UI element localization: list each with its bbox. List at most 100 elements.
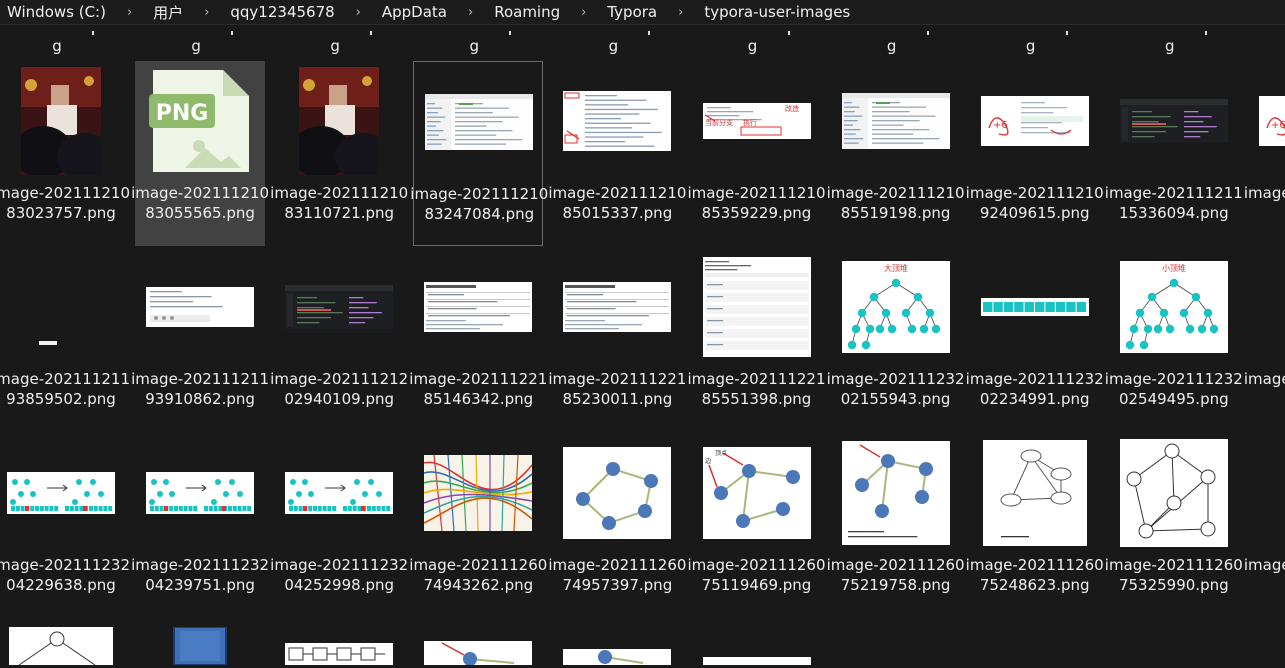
breadcrumb-item[interactable]: 用户 bbox=[150, 2, 186, 23]
file-tile[interactable]: image-20211126075325990.png bbox=[1105, 433, 1243, 618]
file-thumbnail[interactable]: 大顶堆 bbox=[831, 247, 961, 367]
file-thumbnail[interactable] bbox=[970, 433, 1100, 553]
file-tile[interactable]: 当前分支 执行 改造 image-20211121085359229.png bbox=[687, 61, 826, 246]
file-label-tail[interactable]: g bbox=[688, 37, 818, 55]
file-thumbnail[interactable] bbox=[1248, 433, 1285, 553]
file-tile[interactable]: 大顶堆 image-20211123202155943.png bbox=[827, 247, 965, 432]
breadcrumb-item[interactable]: Roaming bbox=[491, 3, 563, 21]
file-thumbnail[interactable] bbox=[1109, 61, 1239, 181]
file-thumbnail[interactable] bbox=[970, 247, 1100, 367]
file-label-tail[interactable]: g bbox=[548, 37, 678, 55]
breadcrumb-item[interactable]: AppData bbox=[379, 3, 450, 21]
file-label-tail[interactable]: g bbox=[1105, 37, 1235, 55]
file-thumbnail[interactable]: +6 bbox=[970, 61, 1100, 181]
file-thumbnail[interactable] bbox=[135, 247, 265, 367]
file-tile[interactable]: image-20211126075 bbox=[1244, 433, 1285, 618]
file-tile[interactable]: image-20211121085519198.png bbox=[827, 61, 965, 246]
file-tile[interactable]: image-20211123204229638.png bbox=[0, 433, 130, 618]
file-tile[interactable]: image-20211126075248623.png bbox=[966, 433, 1104, 618]
file-thumbnail[interactable] bbox=[1109, 433, 1239, 553]
file-tile[interactable]: diff image-20211123204 bbox=[1244, 247, 1285, 432]
file-thumbnail[interactable] bbox=[413, 433, 543, 553]
file-tile[interactable] bbox=[274, 619, 404, 668]
file-thumbnail[interactable] bbox=[552, 61, 682, 181]
file-tile[interactable]: image-20211121083110721.png bbox=[270, 61, 408, 246]
file-tile[interactable]: image-20211122185146342.png bbox=[409, 247, 547, 432]
file-tile[interactable] bbox=[135, 619, 265, 668]
file-thumbnail[interactable]: diff bbox=[1248, 247, 1285, 367]
file-thumbnail[interactable] bbox=[831, 433, 961, 553]
file-thumbnail[interactable] bbox=[552, 247, 682, 367]
file-tile[interactable]: PNG image-20211121083055565.png bbox=[131, 61, 269, 246]
breadcrumb-separator-icon[interactable]: › bbox=[127, 5, 132, 20]
file-tile[interactable] bbox=[692, 619, 822, 668]
file-tile[interactable]: image-20211121115336094.png bbox=[1105, 61, 1243, 246]
breadcrumb-separator-icon[interactable]: › bbox=[678, 5, 683, 20]
file-thumbnail[interactable] bbox=[414, 62, 544, 182]
file-thumbnail[interactable]: 小顶堆 bbox=[1109, 247, 1239, 367]
file-tile[interactable]: image-20211121202940109.png bbox=[270, 247, 408, 432]
file-thumbnail[interactable] bbox=[413, 247, 543, 367]
file-thumbnail[interactable] bbox=[274, 247, 404, 367]
file-label-tail[interactable]: g bbox=[966, 37, 1096, 55]
file-thumbnail[interactable] bbox=[552, 433, 682, 553]
file-tile[interactable]: image-20211123202234991.png bbox=[966, 247, 1104, 432]
file-thumbnail[interactable] bbox=[413, 619, 543, 665]
file-tile[interactable]: image-20211123204239751.png bbox=[131, 433, 269, 618]
file-thumbnail[interactable] bbox=[135, 619, 265, 665]
thumbnail-image bbox=[1119, 439, 1228, 547]
file-tile[interactable]: image-20211121083247084.png bbox=[410, 61, 548, 246]
file-thumbnail[interactable] bbox=[552, 619, 682, 665]
file-label-tail[interactable]: g bbox=[270, 37, 400, 55]
file-thumbnail[interactable]: 顶点边 bbox=[692, 433, 822, 553]
breadcrumb-separator-icon[interactable]: › bbox=[356, 5, 361, 20]
file-thumbnail[interactable] bbox=[0, 619, 126, 665]
thumbnail-image bbox=[982, 440, 1087, 546]
file-tile[interactable]: 顶点边 image-20211126075119469.png bbox=[687, 433, 826, 618]
file-thumbnail[interactable] bbox=[0, 433, 126, 553]
file-thumbnail[interactable] bbox=[831, 61, 961, 181]
file-tile[interactable]: image-20211121083023757.png bbox=[0, 61, 130, 246]
file-thumbnail[interactable] bbox=[274, 619, 404, 665]
breadcrumb-item[interactable]: Windows (C:) bbox=[4, 3, 109, 21]
breadcrumb-item[interactable]: typora-user-images bbox=[701, 3, 853, 21]
breadcrumb-item[interactable]: qqy12345678 bbox=[227, 3, 337, 21]
breadcrumb-item[interactable]: Typora bbox=[604, 3, 660, 21]
file-tile[interactable]: image-20211126075219758.png bbox=[827, 433, 965, 618]
file-label-tail[interactable]: g bbox=[0, 37, 122, 55]
file-tile[interactable] bbox=[0, 619, 126, 668]
file-thumbnail[interactable] bbox=[0, 247, 126, 367]
file-tile[interactable] bbox=[552, 619, 682, 668]
file-thumbnail[interactable] bbox=[274, 433, 404, 553]
file-thumbnail[interactable]: PNG bbox=[135, 61, 265, 181]
breadcrumb-separator-icon[interactable]: › bbox=[204, 5, 209, 20]
file-thumbnail[interactable] bbox=[692, 619, 822, 665]
file-tile[interactable]: image-20211122185230011.png bbox=[548, 247, 686, 432]
file-tile[interactable]: +6 image-20211121124 bbox=[1244, 61, 1285, 246]
file-thumbnail[interactable] bbox=[135, 433, 265, 553]
breadcrumb: Windows (C:) › 用户 › qqy12345678 › AppData › Roam… bbox=[0, 0, 1285, 25]
breadcrumb-separator-icon[interactable]: › bbox=[468, 5, 473, 20]
file-tile[interactable]: image-20211121193859502.png bbox=[0, 247, 130, 432]
file-tile[interactable]: 小顶堆 image-20211123202549495.png bbox=[1105, 247, 1243, 432]
file-tile[interactable]: image-20211123204252998.png bbox=[270, 433, 408, 618]
file-tile[interactable] bbox=[413, 619, 543, 668]
file-name-label: image-20211126075219758.png bbox=[826, 556, 965, 594]
file-tile[interactable]: image-20211122185551398.png bbox=[687, 247, 826, 432]
file-tile[interactable]: image-20211121085015337.png bbox=[548, 61, 686, 246]
file-label-tail[interactable]: g bbox=[827, 37, 957, 55]
file-thumbnail[interactable] bbox=[0, 61, 126, 181]
file-thumbnail[interactable] bbox=[274, 61, 404, 181]
file-label-tail[interactable]: g bbox=[131, 37, 261, 55]
file-tile[interactable]: +6 image-20211121092409615.png bbox=[966, 61, 1104, 246]
file-thumbnail[interactable] bbox=[692, 247, 822, 367]
thumbnail-image bbox=[424, 455, 533, 531]
file-tile[interactable]: image-20211121193910862.png bbox=[131, 247, 269, 432]
svg-text:大顶堆: 大顶堆 bbox=[884, 263, 908, 273]
file-thumbnail[interactable]: 当前分支 执行 改造 bbox=[692, 61, 822, 181]
file-tile[interactable]: image-20211126074943262.png bbox=[409, 433, 547, 618]
breadcrumb-separator-icon[interactable]: › bbox=[581, 5, 586, 20]
file-thumbnail[interactable]: +6 bbox=[1248, 61, 1285, 181]
file-tile[interactable]: image-20211126074957397.png bbox=[548, 433, 686, 618]
file-label-tail[interactable]: g bbox=[409, 37, 539, 55]
